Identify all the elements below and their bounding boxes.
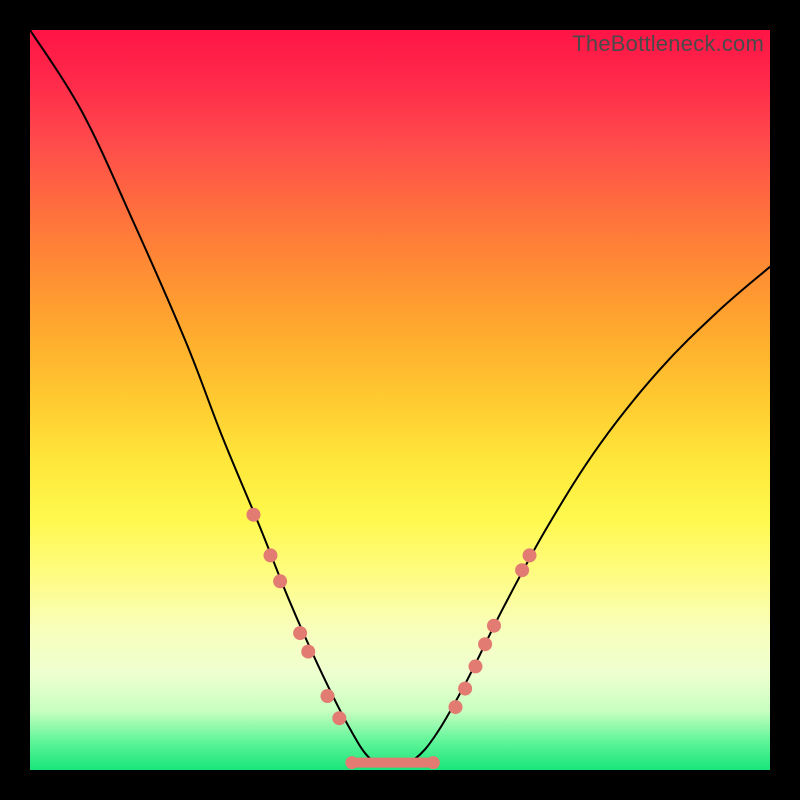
bottleneck-curve (30, 30, 770, 766)
curve-marker-dot (449, 700, 463, 714)
curve-marker-dot (468, 659, 482, 673)
curve-marker-dot (301, 645, 315, 659)
curve-marker-dot (273, 574, 287, 588)
curve-marker-dot (293, 626, 307, 640)
bottom-dash-end (427, 756, 440, 769)
curve-marker-dot (246, 508, 260, 522)
bottom-dash-end (345, 756, 358, 769)
curve-marker-dot (264, 548, 278, 562)
curve-marker-dot (487, 619, 501, 633)
watermark-text: TheBottleneck.com (572, 31, 764, 57)
outer-frame: TheBottleneck.com (0, 0, 800, 800)
curve-marker-dot (320, 689, 334, 703)
curve-marker-dot (478, 637, 492, 651)
curve-svg (30, 30, 770, 770)
curve-markers (246, 508, 536, 726)
curve-marker-dot (458, 682, 472, 696)
curve-marker-dot (515, 563, 529, 577)
curve-marker-dot (523, 548, 537, 562)
curve-marker-dot (332, 711, 346, 725)
plot-area: TheBottleneck.com (30, 30, 770, 770)
curve-bottom-segment (345, 756, 439, 769)
